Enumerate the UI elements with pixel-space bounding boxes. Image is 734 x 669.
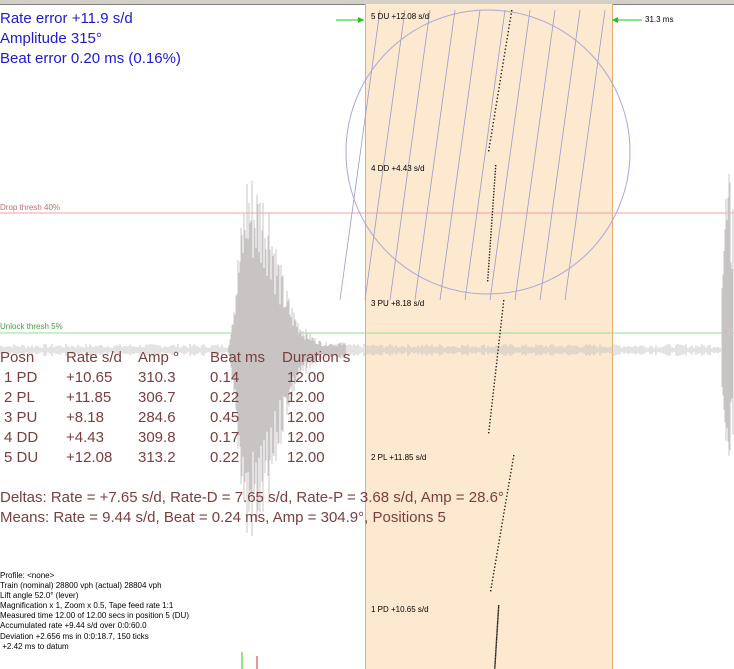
position-label-pd: 1 PD +10.65 s/d	[371, 605, 429, 614]
col-header-duration: Duration s	[282, 349, 351, 366]
cell-posn: 5 DU	[4, 449, 39, 466]
right-marker-arrow	[612, 17, 642, 23]
col-header-rate: Rate s/d	[66, 349, 122, 366]
cell-rate: +8.18	[66, 409, 104, 426]
position-label-pu: 3 PU +8.18 s/d	[371, 299, 425, 308]
cell-beat: 0.22	[210, 449, 240, 466]
cell-posn: 2 PL	[4, 389, 35, 406]
col-header-amp: Amp °	[138, 349, 180, 366]
table-row: 4 DD +4.43 309.8 0.17 12.00	[0, 428, 382, 448]
info-lift-angle: Lift angle 52.0° (lever)	[0, 591, 79, 600]
info-train: Train (nominal) 28800 vph (actual) 28804…	[0, 581, 162, 590]
beat-error-text: Beat error 0.20 ms (0.16%)	[0, 50, 181, 67]
cell-beat: 0.22	[210, 389, 240, 406]
cell-amp: 310.3	[138, 369, 176, 386]
cell-beat: 0.17	[210, 429, 240, 446]
table-header-row: Posn Rate s/d Amp ° Beat ms Duration s	[0, 348, 382, 368]
info-profile: Profile: <none>	[0, 571, 55, 580]
cell-posn: 4 DD	[4, 429, 39, 446]
waveform-right-edge	[721, 173, 734, 456]
left-marker-arrow	[336, 17, 364, 23]
cell-duration: 12.00	[287, 449, 325, 466]
position-label-dd: 4 DD +4.43 s/d	[371, 164, 425, 173]
unlock-threshold-label: Unlock thresh 5%	[0, 322, 63, 331]
timegrapher-display: Rate error +11.9 s/d Amplitude 315° Beat…	[0, 0, 734, 669]
cell-posn: 3 PU	[4, 409, 38, 426]
cell-rate: +10.65	[66, 369, 113, 386]
position-label-du: 5 DU +12.08 s/d	[371, 12, 430, 21]
deltas-summary: Deltas: Rate = +7.65 s/d, Rate-D = 7.65 …	[0, 489, 504, 506]
info-magnification: Magnification x 1, Zoom x 0.5, Tape feed…	[0, 601, 174, 610]
waveform-plot	[0, 9, 734, 669]
cell-duration: 12.00	[287, 409, 325, 426]
cell-amp: 306.7	[138, 389, 176, 406]
cell-beat: 0.14	[210, 369, 240, 386]
cell-duration: 12.00	[287, 429, 325, 446]
table-row: 5 DU +12.08 313.2 0.22 12.00	[0, 448, 382, 468]
cell-beat: 0.45	[210, 409, 240, 426]
table-row: 1 PD +10.65 310.3 0.14 12.00	[0, 368, 382, 388]
cell-posn: 1 PD	[4, 369, 38, 386]
magnifier-circle	[345, 9, 631, 295]
means-summary: Means: Rate = 9.44 s/d, Beat = 0.24 ms, …	[0, 509, 446, 526]
info-measured-time: Measured time 12.00 of 12.00 secs in pos…	[0, 611, 189, 620]
cell-rate: +11.85	[66, 389, 112, 406]
cell-duration: 12.00	[287, 369, 325, 386]
info-deviation: Deviation +2.656 ms in 0:0:18.7, 150 tic…	[0, 632, 149, 641]
rate-error-text: Rate error +11.9 s/d	[0, 10, 133, 27]
table-row: 2 PL +11.85 306.7 0.22 12.00	[0, 388, 382, 408]
amplitude-text: Amplitude 315°	[0, 30, 102, 47]
drop-threshold-label: Drop thresh 40%	[0, 203, 61, 212]
position-stats-table: Posn Rate s/d Amp ° Beat ms Duration s 1…	[0, 348, 382, 468]
cell-amp: 313.2	[138, 449, 176, 466]
cell-rate: +12.08	[66, 449, 113, 466]
cell-amp: 284.6	[138, 409, 176, 426]
cell-duration: 12.00	[287, 389, 325, 406]
col-header-posn: Posn	[0, 349, 35, 366]
info-datum: +2.42 ms to datum	[0, 642, 69, 651]
trace-lines	[339, 9, 606, 301]
table-row: 3 PU +8.18 284.6 0.45 12.00	[0, 408, 382, 428]
marker-ms-label: 31.3 ms	[645, 15, 674, 24]
col-header-beat: Beat ms	[210, 349, 266, 366]
cell-amp: 309.8	[138, 429, 176, 446]
cell-rate: +4.43	[66, 429, 104, 446]
info-accumulated-rate: Accumulated rate +9.44 s/d over 0:0:60.0	[0, 621, 147, 630]
